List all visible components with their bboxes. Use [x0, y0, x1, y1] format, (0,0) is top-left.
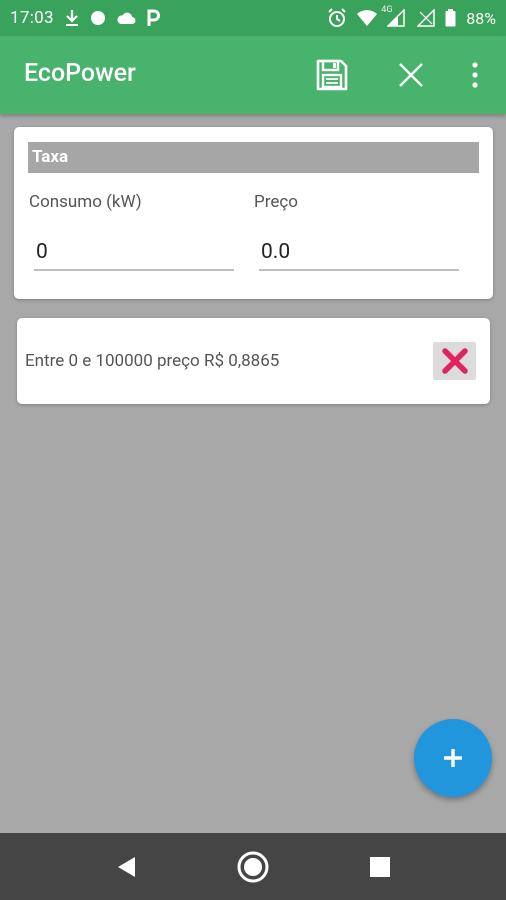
- more-options-button[interactable]: [455, 55, 495, 95]
- app-bar: EcoPower: [0, 36, 506, 114]
- red-x-icon: [441, 348, 468, 374]
- status-time: 17:03: [10, 8, 54, 28]
- status-bar-right: 4G 88%: [327, 5, 496, 28]
- close-icon: [399, 63, 423, 87]
- battery-icon: [445, 9, 456, 27]
- tax-input-card: Taxa Consumo (kW) Preço: [14, 127, 493, 299]
- home-button[interactable]: [235, 849, 271, 885]
- download-icon: [64, 9, 80, 27]
- cloud-icon: [116, 11, 136, 25]
- parking-icon: [146, 9, 160, 27]
- network-type-label: 4G: [381, 5, 393, 15]
- plus-icon: [444, 749, 462, 767]
- recents-icon: [370, 857, 390, 877]
- status-bar: 17:03 4G 88%: [0, 0, 506, 36]
- save-button[interactable]: [312, 55, 352, 95]
- add-fab-button[interactable]: [414, 719, 492, 797]
- app-title: EcoPower: [24, 59, 136, 88]
- delete-range-button[interactable]: [433, 342, 476, 380]
- consumption-label: Consumo (kW): [29, 192, 142, 212]
- close-button[interactable]: [391, 55, 431, 95]
- signal-icon: 4G: [381, 5, 407, 27]
- back-icon: [118, 857, 135, 877]
- range-list-item: Entre 0 e 100000 preço R$ 0,8865: [17, 318, 490, 404]
- home-icon: [237, 851, 269, 883]
- battery-percent: 88%: [466, 8, 496, 28]
- more-vert-icon: [472, 62, 478, 88]
- circle-icon: [90, 10, 106, 26]
- save-icon: [316, 59, 348, 91]
- alarm-icon: [327, 8, 347, 28]
- section-header-taxa: Taxa: [28, 142, 479, 173]
- consumption-input[interactable]: [34, 235, 234, 271]
- range-text: Entre 0 e 100000 preço R$ 0,8865: [25, 351, 280, 371]
- navigation-bar: [0, 833, 506, 900]
- wifi-icon: [357, 10, 378, 26]
- price-label: Preço: [254, 192, 298, 212]
- recents-button[interactable]: [362, 849, 398, 885]
- status-bar-left: 17:03: [10, 8, 160, 28]
- back-button[interactable]: [108, 849, 144, 885]
- signal-empty-icon: [417, 9, 436, 27]
- price-input[interactable]: [259, 235, 459, 271]
